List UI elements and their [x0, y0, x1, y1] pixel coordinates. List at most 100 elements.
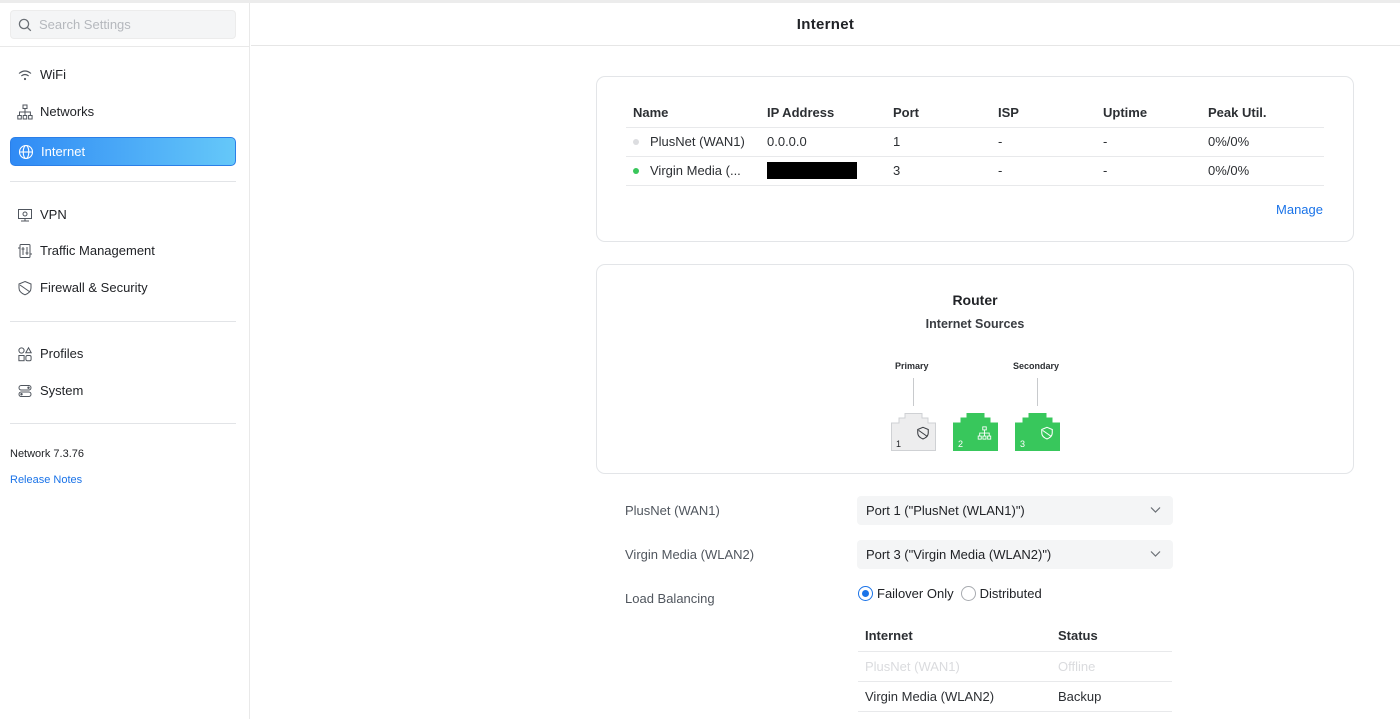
sidebar-item-label: Networks	[40, 104, 95, 119]
internet-cell: PlusNet (WAN1)	[858, 651, 1051, 682]
column-header: Name	[626, 99, 760, 128]
redacted-ip	[767, 162, 857, 180]
uptime-cell: -	[1096, 156, 1201, 186]
ip-cell: 0.0.0.0	[760, 127, 886, 157]
router-subtitle: Internet Sources	[925, 317, 1025, 331]
wan2-label: Virgin Media (WLAN2)	[625, 547, 755, 562]
shield-icon	[1041, 426, 1053, 440]
table-header-row: Internet Status	[858, 621, 1172, 652]
sidebar-item-networks[interactable]: Networks	[10, 97, 236, 126]
wan1-port-select[interactable]: Port 1 ("PlusNet (WLAN1)")	[857, 496, 1173, 525]
column-header: Port	[886, 99, 991, 128]
wan-name-cell: Virgin Media (...	[626, 156, 760, 186]
load-balancing-label: Load Balancing	[625, 591, 715, 606]
router-card: Router Internet Sources Primary Secondar…	[596, 264, 1354, 474]
shield-icon	[917, 426, 929, 440]
network-tree-icon	[10, 97, 40, 126]
radio-distributed[interactable]: Distributed	[960, 586, 1042, 601]
sidebar-separator	[10, 181, 236, 182]
wan1-port-value: Port 1 ("PlusNet (WLAN1)")	[866, 503, 1025, 518]
wan-name: PlusNet (WAN1)	[650, 134, 745, 149]
sidebar-item-label: Internet	[41, 144, 86, 159]
wan-name-cell: PlusNet (WAN1)	[626, 127, 760, 157]
profiles-icon	[10, 339, 40, 368]
network-tree-icon	[977, 426, 992, 440]
column-header: Status	[1051, 621, 1172, 652]
sidebar-item-wifi[interactable]: WiFi	[10, 60, 236, 89]
primary-label: Primary	[895, 361, 929, 371]
globe-icon	[11, 137, 41, 166]
table-row[interactable]: Virgin Media (... 3 - - 0%/0%	[626, 156, 1324, 186]
sidebar-item-label: Traffic Management	[40, 243, 155, 258]
wifi-icon	[10, 60, 40, 89]
isp-cell: -	[991, 127, 1096, 157]
sidebar-item-label: WiFi	[40, 67, 66, 82]
sidebar-item-label: System	[40, 383, 84, 398]
sidebar-item-label: Profiles	[40, 346, 84, 361]
wan-table: Name IP Address Port ISP Uptime Peak Uti…	[626, 99, 1324, 186]
peak-cell: 0%/0%	[1201, 127, 1324, 157]
vpn-icon	[10, 200, 40, 229]
column-header: IP Address	[760, 99, 886, 128]
column-header: Peak Util.	[1201, 99, 1324, 128]
wan2-port-select[interactable]: Port 3 ("Virgin Media (WLAN2)")	[857, 540, 1173, 569]
status-dot-online	[633, 167, 639, 174]
sidebar-separator	[10, 321, 236, 322]
isp-cell: -	[991, 156, 1096, 186]
port-number: 1	[896, 439, 902, 449]
sidebar-item-firewall-security[interactable]: Firewall & Security	[10, 273, 236, 302]
sidebar-item-internet[interactable]: Internet	[10, 137, 236, 166]
header-divider	[251, 45, 1400, 46]
search-input[interactable]	[39, 11, 229, 38]
wan2-port-value: Port 3 ("Virgin Media (WLAN2)")	[866, 547, 1052, 562]
load-balancing-radio-group: Failover Only Distributed	[858, 586, 1049, 601]
manage-link[interactable]: Manage	[1276, 202, 1323, 217]
router-title: Router	[952, 292, 998, 308]
table-row[interactable]: PlusNet (WAN1) 0.0.0.0 1 - - 0%/0%	[626, 127, 1324, 157]
port-number: 2	[958, 439, 964, 449]
router-port-2[interactable]: 2	[953, 413, 998, 451]
sidebar-divider	[0, 46, 250, 47]
peak-cell: 0%/0%	[1201, 156, 1324, 186]
primary-connector	[913, 378, 914, 406]
sidebar-item-traffic-management[interactable]: Traffic Management	[10, 236, 236, 265]
radio-label: Distributed	[979, 586, 1042, 601]
search-icon	[18, 18, 32, 32]
radio-failover-only[interactable]: Failover Only	[858, 586, 954, 601]
column-header: ISP	[991, 99, 1096, 128]
table-header-row: Name IP Address Port ISP Uptime Peak Uti…	[626, 99, 1324, 128]
uptime-cell: -	[1096, 127, 1201, 157]
system-icon	[10, 376, 40, 405]
wan1-label: PlusNet (WAN1)	[625, 503, 720, 518]
sidebar-item-profiles[interactable]: Profiles	[10, 339, 236, 368]
sidebar-item-vpn[interactable]: VPN	[10, 200, 236, 229]
sidebar-item-label: VPN	[40, 207, 67, 222]
radio-selected-indicator	[858, 586, 873, 601]
page-title: Internet	[796, 16, 855, 33]
wan-status-card: Name IP Address Port ISP Uptime Peak Uti…	[596, 76, 1354, 242]
radio-label: Failover Only	[877, 586, 954, 601]
secondary-label: Secondary	[1013, 361, 1060, 371]
shield-icon	[10, 273, 40, 302]
ip-cell	[760, 156, 886, 186]
search-box[interactable]	[10, 10, 236, 39]
sidebar-item-system[interactable]: System	[10, 376, 236, 405]
router-port-3[interactable]: 3	[1015, 413, 1060, 451]
port-cell: 1	[886, 127, 991, 157]
router-port-1[interactable]: 1	[891, 413, 936, 451]
column-header: Internet	[858, 621, 1051, 652]
load-balancing-table: Internet Status PlusNet (WAN1) Offline V…	[858, 621, 1172, 712]
column-header: Uptime	[1096, 99, 1201, 128]
release-notes-link[interactable]: Release Notes	[10, 474, 82, 486]
table-row: Virgin Media (WLAN2) Backup	[858, 681, 1172, 712]
status-dot-offline	[633, 138, 639, 145]
wan-name: Virgin Media (...	[650, 163, 741, 178]
status-cell: Backup	[1051, 681, 1172, 712]
port-cell: 3	[886, 156, 991, 186]
version-text: Network 7.3.76	[10, 448, 84, 460]
traffic-icon	[10, 236, 40, 265]
sidebar-separator	[10, 423, 236, 424]
sidebar: WiFi Networks Internet VPN Traffic Manag…	[0, 3, 250, 719]
sidebar-item-label: Firewall & Security	[40, 280, 148, 295]
internet-cell: Virgin Media (WLAN2)	[858, 681, 1051, 712]
